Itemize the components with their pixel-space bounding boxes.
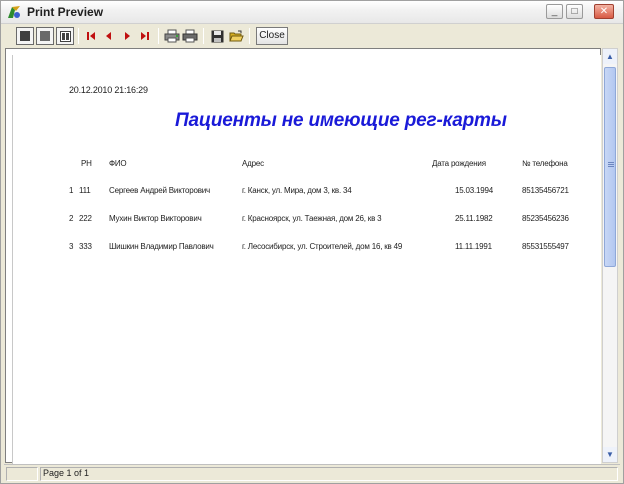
printer-setup-button[interactable]	[163, 27, 181, 45]
app-icon	[8, 6, 20, 18]
page-indicator: Page 1 of 1	[43, 468, 90, 478]
print-icon	[182, 29, 198, 43]
scroll-down-arrow-icon[interactable]: ▼	[603, 447, 617, 462]
row-num: 111	[79, 186, 91, 195]
last-page-icon	[141, 32, 149, 40]
vertical-scrollbar[interactable]: ▲ ▼	[602, 48, 618, 463]
toolbar-separator	[158, 28, 159, 44]
row-address: г. Канск, ул. Мира, дом 3, кв. 34	[242, 186, 352, 195]
window-close-button[interactable]: ✕	[594, 4, 614, 19]
row-phone: 85235456236	[522, 214, 569, 223]
printer-setup-icon	[164, 29, 180, 43]
row-address: г. Лесосибирск, ул. Строителей, дом 16, …	[242, 242, 403, 251]
column-header-birth: Дата рождения	[432, 159, 486, 168]
next-page-icon	[125, 32, 130, 40]
prev-page-icon	[106, 32, 111, 40]
row-num: 333	[79, 242, 92, 251]
toolbar-separator	[249, 28, 250, 44]
status-cell	[40, 467, 618, 481]
minimize-button[interactable]: _	[546, 4, 563, 19]
preview-area[interactable]: 20.12.2010 21:16:29 Пациенты не имеющие …	[5, 48, 601, 467]
toolbar-separator	[203, 28, 204, 44]
status-cell	[6, 467, 38, 481]
scroll-up-arrow-icon[interactable]: ▲	[603, 49, 617, 64]
first-page-button[interactable]	[82, 27, 100, 45]
column-header-phone: № телефона	[522, 159, 568, 168]
open-button[interactable]	[227, 27, 245, 45]
row-name: Шишкин Владимир Павлович	[109, 242, 214, 251]
column-header-num: РН	[81, 159, 92, 168]
actual-size-icon	[40, 31, 50, 41]
save-icon	[211, 30, 223, 42]
close-button[interactable]: Close	[256, 27, 288, 45]
grip-icon	[608, 162, 614, 163]
row-name: Сергеев Андрей Викторович	[109, 186, 211, 195]
column-header-address: Адрес	[242, 159, 264, 168]
print-button[interactable]	[181, 27, 199, 45]
toolbar: Close	[4, 25, 620, 47]
page-width-icon	[59, 30, 71, 42]
row-index: 1	[69, 186, 74, 195]
save-button[interactable]	[208, 27, 226, 45]
toolbar-separator	[78, 28, 79, 44]
next-page-button[interactable]	[118, 27, 136, 45]
first-page-icon	[87, 32, 95, 40]
maximize-button[interactable]: □	[566, 4, 583, 19]
last-page-button[interactable]	[136, 27, 154, 45]
row-birth: 25.11.1982	[455, 214, 493, 223]
fit-page-icon	[20, 31, 30, 41]
scrollbar-thumb[interactable]	[604, 67, 616, 267]
row-phone: 85531555497	[522, 242, 569, 251]
status-bar: Page 1 of 1	[4, 464, 620, 482]
report-page: 20.12.2010 21:16:29 Пациенты не имеющие …	[12, 55, 601, 467]
actual-size-button[interactable]	[36, 27, 54, 45]
row-name: Мухин Виктор Викторович	[109, 214, 202, 223]
row-address: г. Красноярск, ул. Таежная, дом 26, кв 3	[242, 214, 382, 223]
prev-page-button[interactable]	[100, 27, 118, 45]
report-title: Пациенты не имеющие рег-карты	[175, 110, 507, 131]
print-preview-window: Print Preview _ □ ✕ Close 20.12.2010 21:…	[0, 0, 624, 484]
row-birth: 15.03.1994	[455, 186, 494, 195]
row-index: 3	[69, 242, 74, 251]
fit-page-button[interactable]	[16, 27, 34, 45]
open-icon	[228, 30, 244, 41]
row-birth: 11.11.1991	[455, 242, 492, 251]
row-num: 222	[79, 214, 92, 223]
page-width-button[interactable]	[56, 27, 74, 45]
column-header-name: ФИО	[109, 159, 127, 168]
title-bar: Print Preview _ □ ✕	[1, 1, 623, 24]
row-index: 2	[69, 214, 74, 223]
report-timestamp: 20.12.2010 21:16:29	[69, 85, 148, 95]
row-phone: 85135456721	[522, 186, 569, 195]
window-title: Print Preview	[27, 5, 104, 19]
